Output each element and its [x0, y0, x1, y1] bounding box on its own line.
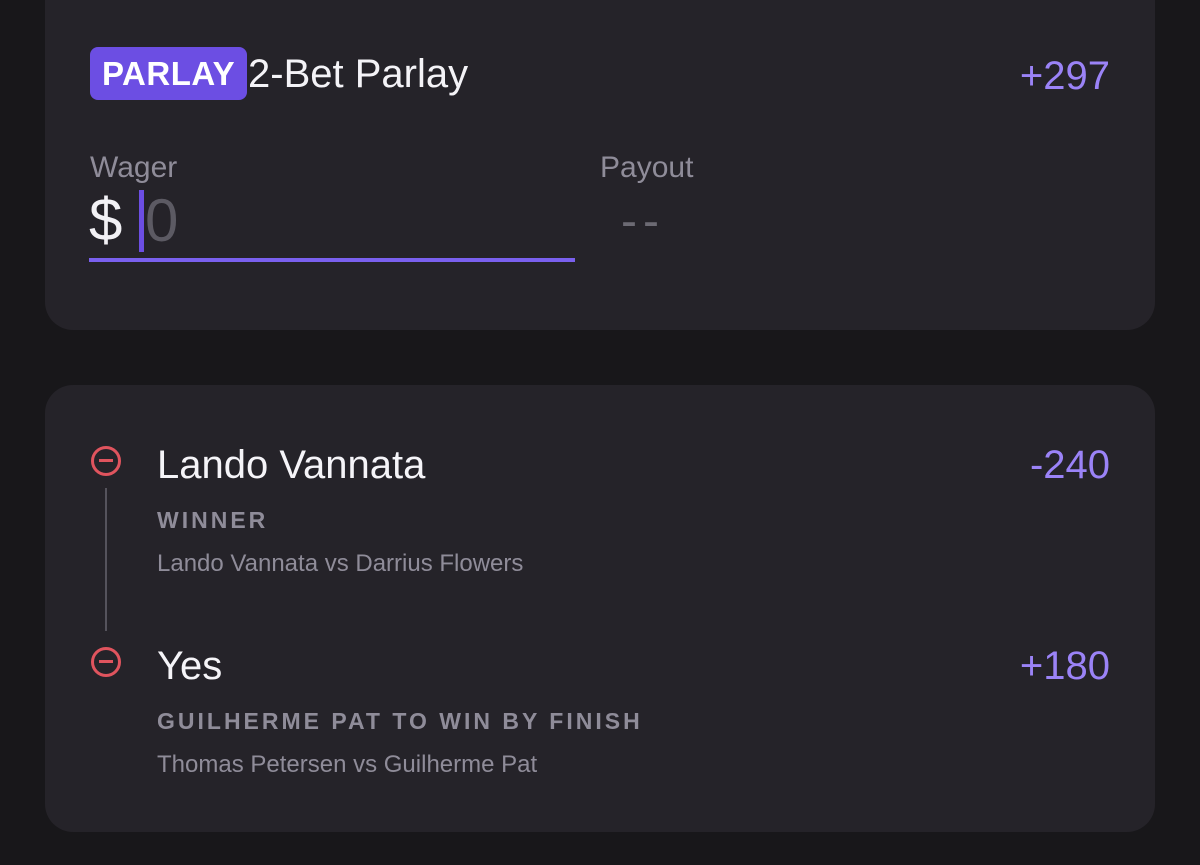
leg-selection: Lando Vannata: [157, 443, 426, 487]
parlay-badge: PARLAY: [90, 47, 248, 100]
payout-label: Payout: [600, 151, 694, 184]
leg-selection: Yes: [157, 644, 223, 688]
parlay-card: PARLAY 2-Bet Parlay +297 Wager $ Payout …: [45, 0, 1155, 330]
leg-market: WINNER: [157, 507, 269, 533]
parlay-legs-card: Lando Vannata -240 WINNER Lando Vannata …: [45, 385, 1155, 832]
leg-market: GUILHERME PAT TO WIN BY FINISH: [157, 708, 643, 734]
parlay-title: 2-Bet Parlay: [248, 52, 469, 96]
leg-connector-line: [105, 488, 107, 631]
leg-event: Lando Vannata vs Darrius Flowers: [157, 550, 524, 577]
leg-odds: +180: [1019, 644, 1110, 688]
wager-input[interactable]: [145, 182, 545, 258]
leg-odds: -240: [1029, 443, 1110, 487]
minus-circle-icon[interactable]: [91, 647, 121, 677]
parlay-leg: Lando Vannata -240 WINNER Lando Vannata …: [45, 435, 1155, 615]
text-caret: [139, 190, 144, 252]
parlay-odds: +297: [1019, 54, 1110, 98]
parlay-leg: Yes +180 GUILHERME PAT TO WIN BY FINISH …: [45, 636, 1155, 816]
payout-value: --: [621, 195, 665, 248]
currency-symbol: $: [89, 186, 123, 253]
minus-circle-icon[interactable]: [91, 446, 121, 476]
leg-event: Thomas Petersen vs Guilherme Pat: [157, 751, 538, 778]
wager-field[interactable]: $: [89, 182, 575, 262]
